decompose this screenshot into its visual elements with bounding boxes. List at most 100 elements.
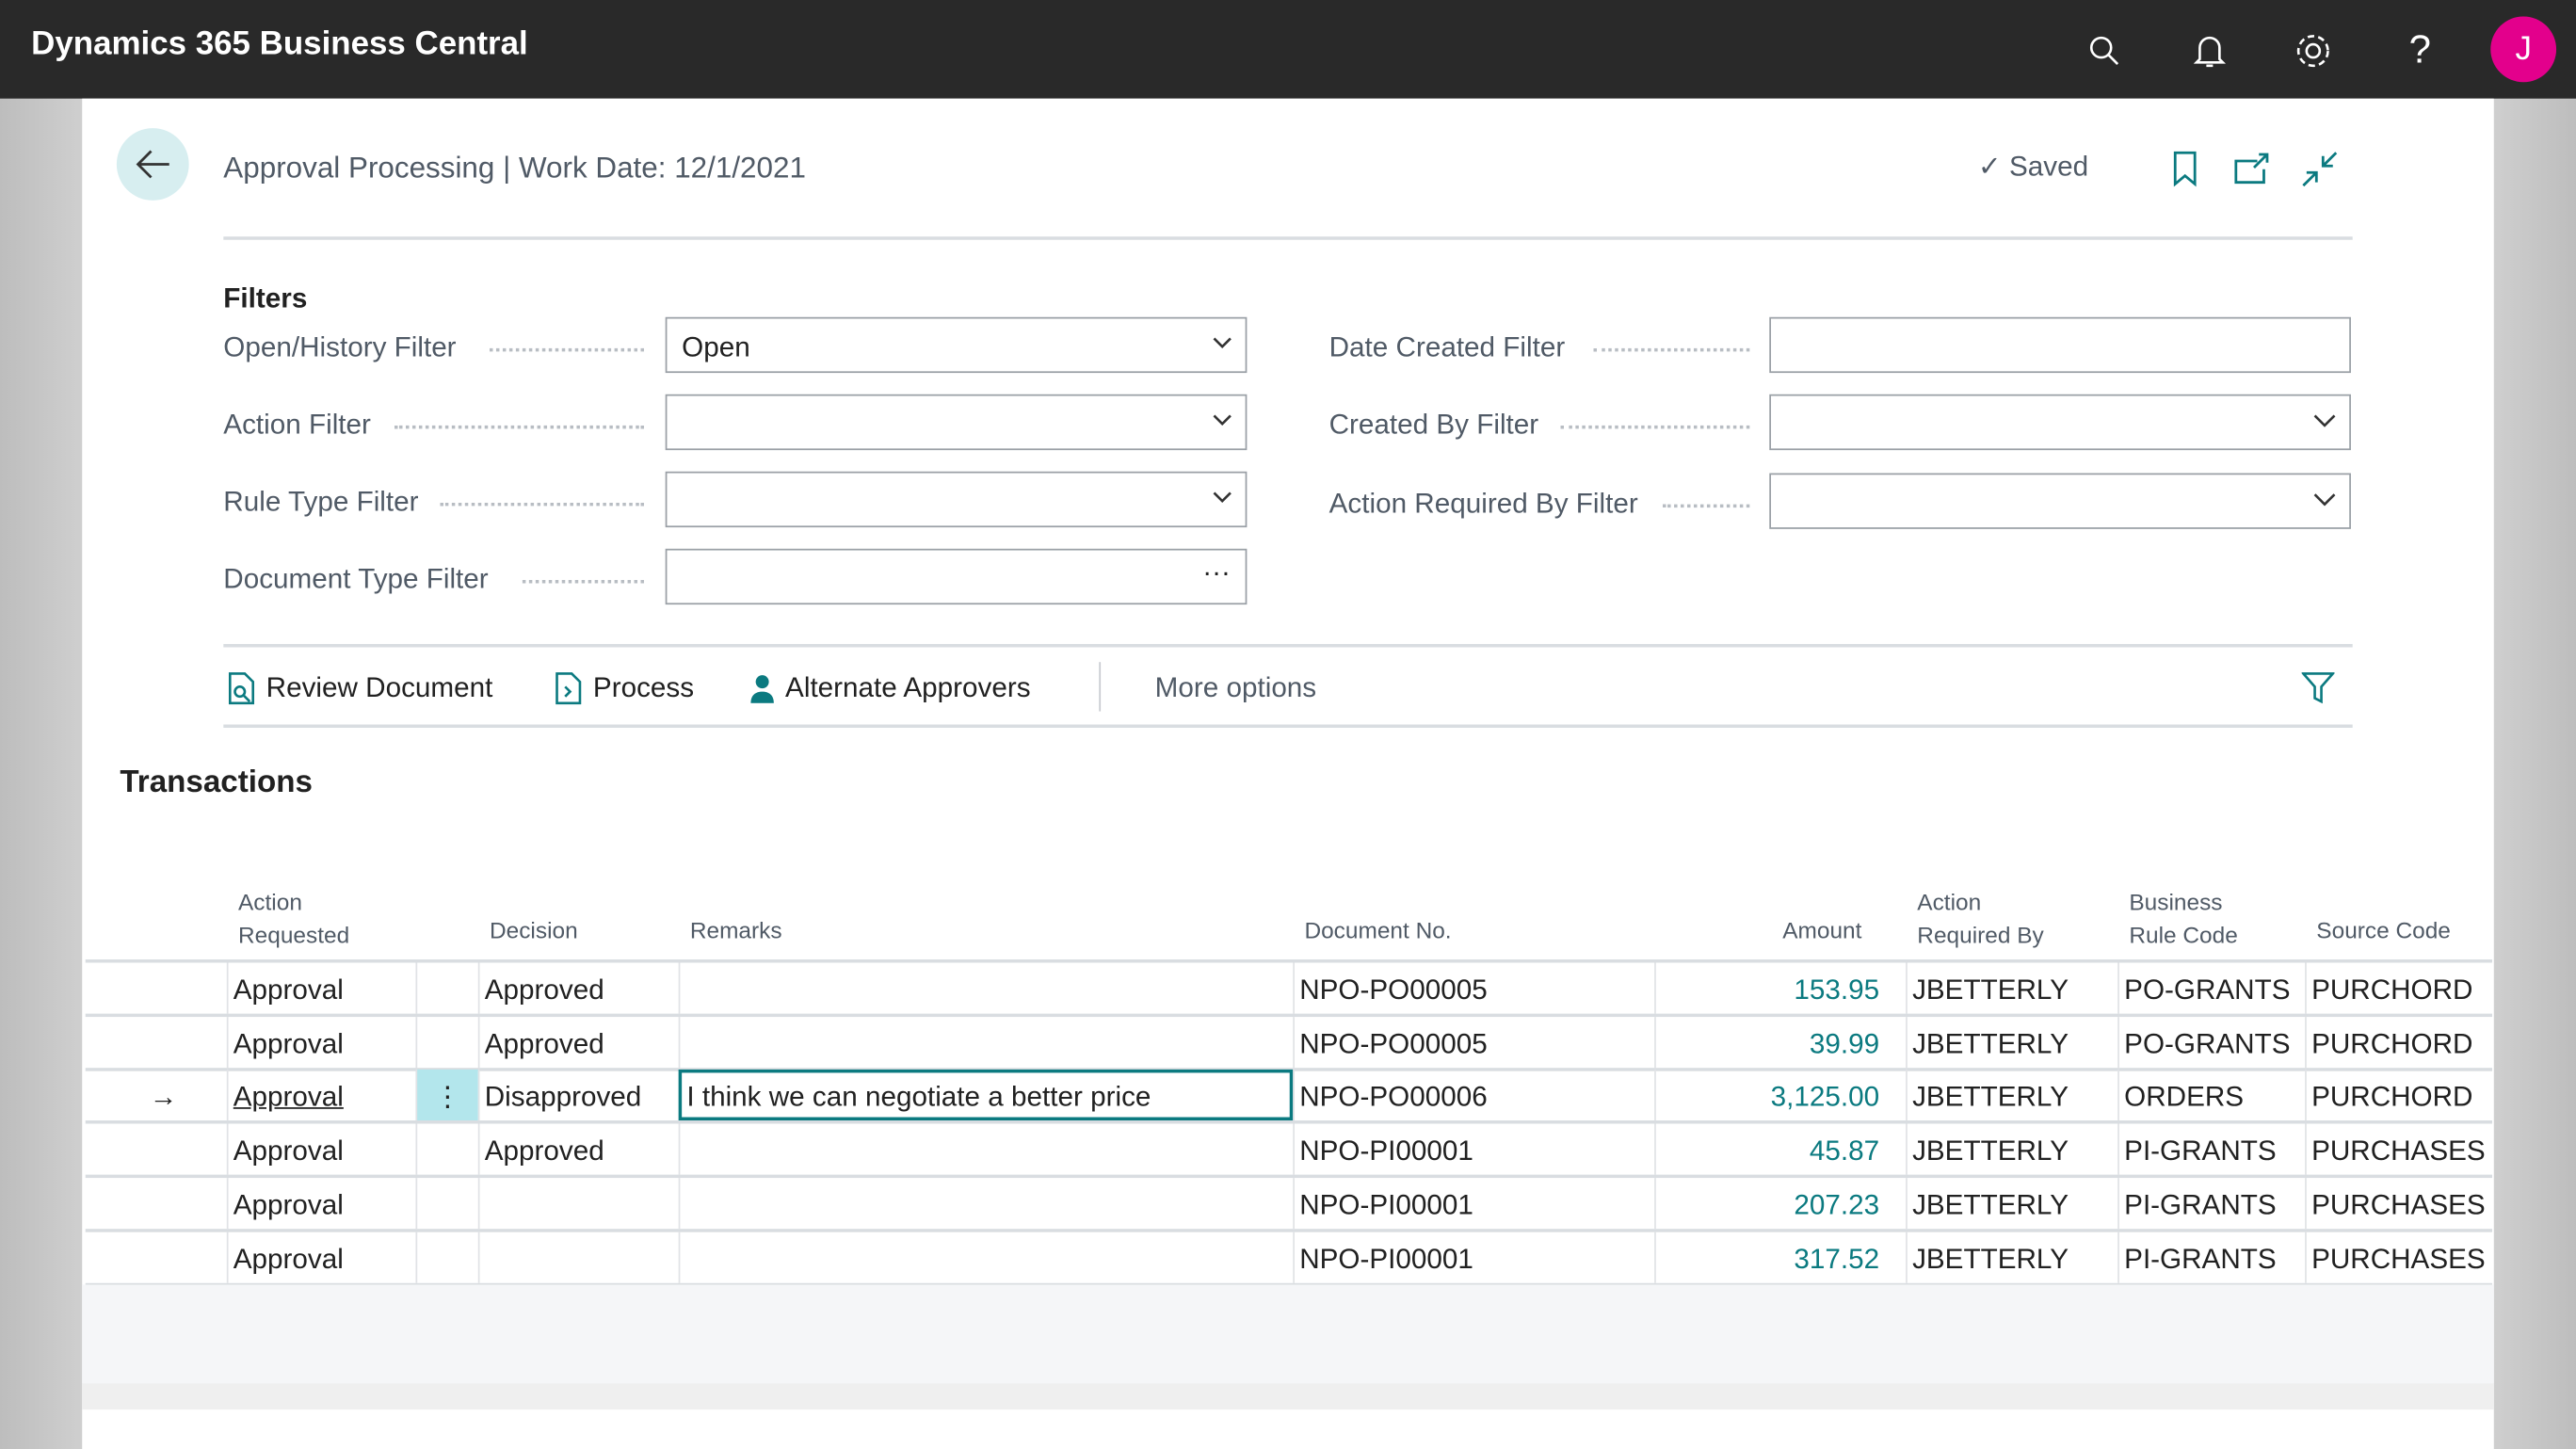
filter-icon[interactable] xyxy=(2300,672,2336,714)
table-row[interactable]: Approval NPO-PI00001 207.23 JBETTERLY PI-GRA… xyxy=(85,1177,2493,1232)
cell-doc[interactable]: NPO-PO00006 xyxy=(1293,1070,1654,1121)
check-icon: ✓ xyxy=(1977,151,2009,183)
cell-required-by[interactable]: JBETTERLY xyxy=(1906,1123,2117,1175)
cell-menu[interactable] xyxy=(415,1123,477,1175)
cell-amount[interactable]: 3,125.00 xyxy=(1654,1070,1906,1121)
open-new-window-icon[interactable] xyxy=(2234,153,2270,194)
cell-action[interactable]: Approval xyxy=(226,1016,416,1068)
document-type-filter-input[interactable]: ··· xyxy=(665,548,1248,605)
table-row[interactable]: Approval Approved NPO-PO00005 153.95 JBETTER… xyxy=(85,962,2493,1018)
cell-remarks[interactable] xyxy=(678,962,1294,1014)
cell-amount[interactable]: 207.23 xyxy=(1654,1177,1906,1229)
table-row[interactable]: Approval Approved NPO-PI00001 45.87 JBETTERL… xyxy=(85,1123,2493,1179)
table-row[interactable]: Approval Approved NPO-PO00005 39.99 JBETTERL… xyxy=(85,1016,2493,1071)
column-header-source-code[interactable]: Source Code xyxy=(2316,913,2451,946)
alternate-approvers-button[interactable]: Alternate Approvers xyxy=(749,672,1031,705)
cell-indicator[interactable] xyxy=(86,1178,227,1229)
cell-doc[interactable]: NPO-PO00005 xyxy=(1293,1016,1654,1068)
cell-rule[interactable]: PI-GRANTS xyxy=(2117,1177,2305,1229)
cell-source[interactable]: PURCHORD xyxy=(2305,1016,2492,1068)
app-title[interactable]: Dynamics 365 Business Central xyxy=(31,26,528,64)
cell-action[interactable]: Approval xyxy=(226,1123,416,1175)
cell-remarks[interactable]: I think we can negotiate a better price xyxy=(678,1070,1294,1121)
created-by-filter-select[interactable] xyxy=(1769,394,2351,451)
cell-required-by[interactable]: JBETTERLY xyxy=(1906,1070,2117,1121)
ellipsis-icon[interactable]: ··· xyxy=(1202,557,1231,590)
column-header-decision[interactable]: Decision xyxy=(490,913,578,946)
bell-icon[interactable] xyxy=(2188,29,2230,72)
cell-amount[interactable]: 153.95 xyxy=(1654,962,1906,1014)
cell-indicator[interactable] xyxy=(86,963,227,1014)
back-button[interactable] xyxy=(116,128,189,201)
cell-remarks[interactable] xyxy=(678,1123,1294,1175)
bookmark-icon[interactable] xyxy=(2172,151,2198,196)
table-row[interactable]: Approval NPO-PI00001 317.52 JBETTERLY PI-GRA… xyxy=(85,1231,2493,1286)
cell-decision[interactable]: Disapproved xyxy=(477,1070,679,1121)
table-row[interactable]: → Approval ⋮ Disapproved I think we can nego… xyxy=(85,1070,2493,1125)
column-header-amount[interactable]: Amount xyxy=(1782,913,1861,946)
cell-action[interactable]: Approval xyxy=(226,1231,416,1282)
date-created-filter-input[interactable] xyxy=(1769,316,2351,374)
gear-icon[interactable] xyxy=(2292,29,2334,72)
cell-doc[interactable]: NPO-PO00005 xyxy=(1293,962,1654,1014)
cell-doc[interactable]: NPO-PI00001 xyxy=(1293,1123,1654,1175)
column-header-action-requested[interactable]: Action Requested xyxy=(238,886,349,952)
more-options-button[interactable]: More options xyxy=(1155,672,1316,705)
cell-decision[interactable] xyxy=(477,1177,679,1229)
process-button[interactable]: Process xyxy=(554,672,694,705)
open-history-filter-select[interactable]: Open xyxy=(665,316,1248,374)
action-required-by-filter-select[interactable] xyxy=(1769,473,2351,529)
cell-decision[interactable]: Approved xyxy=(477,1123,679,1175)
cell-doc[interactable]: NPO-PI00001 xyxy=(1293,1177,1654,1229)
search-icon[interactable] xyxy=(2084,29,2126,72)
cell-rule[interactable]: PI-GRANTS xyxy=(2117,1231,2305,1282)
cell-decision[interactable] xyxy=(477,1231,679,1282)
cell-source[interactable]: PURCHASES xyxy=(2305,1177,2492,1229)
cell-decision[interactable]: Approved xyxy=(477,962,679,1014)
cell-remarks[interactable] xyxy=(678,1177,1294,1229)
cell-source[interactable]: PURCHORD xyxy=(2305,1070,2492,1121)
cell-indicator[interactable] xyxy=(86,1232,227,1282)
avatar[interactable]: J xyxy=(2490,16,2557,83)
column-header-document-no[interactable]: Document No. xyxy=(1304,913,1451,946)
review-document-icon xyxy=(228,672,255,705)
cell-amount[interactable]: 317.52 xyxy=(1654,1231,1906,1282)
review-document-button[interactable]: Review Document xyxy=(227,672,492,705)
cell-action[interactable]: Approval xyxy=(226,962,416,1014)
collapse-icon[interactable] xyxy=(2302,152,2338,196)
cell-rule[interactable]: ORDERS xyxy=(2117,1070,2305,1121)
cell-rule[interactable]: PO-GRANTS xyxy=(2117,1016,2305,1068)
cell-required-by[interactable]: JBETTERLY xyxy=(1906,1231,2117,1282)
cell-required-by[interactable]: JBETTERLY xyxy=(1906,1177,2117,1229)
cell-menu[interactable] xyxy=(415,1231,477,1282)
help-icon[interactable]: ? xyxy=(2399,28,2441,72)
column-header-business-rule-code[interactable]: Business Rule Code xyxy=(2129,886,2237,952)
cell-decision[interactable]: Approved xyxy=(477,1016,679,1068)
cell-menu[interactable] xyxy=(415,1016,477,1068)
cell-amount[interactable]: 45.87 xyxy=(1654,1123,1906,1175)
cell-action[interactable]: Approval xyxy=(226,1177,416,1229)
action-filter-select[interactable] xyxy=(665,394,1248,451)
row-indicator-arrow-icon[interactable]: → xyxy=(86,1071,227,1121)
date-created-filter-label: Date Created Filter xyxy=(1328,331,1566,363)
row-menu-icon[interactable]: ⋮ xyxy=(415,1070,478,1121)
cell-source[interactable]: PURCHASES xyxy=(2305,1123,2492,1175)
cell-doc[interactable]: NPO-PI00001 xyxy=(1293,1231,1654,1282)
cell-menu[interactable] xyxy=(415,962,477,1014)
cell-rule[interactable]: PO-GRANTS xyxy=(2117,962,2305,1014)
cell-required-by[interactable]: JBETTERLY xyxy=(1906,962,2117,1014)
cell-indicator[interactable] xyxy=(86,1017,227,1068)
column-header-action-required-by[interactable]: Action Required By xyxy=(1917,886,2043,952)
rule-type-filter-select[interactable] xyxy=(665,471,1248,528)
cell-remarks[interactable] xyxy=(678,1016,1294,1068)
cell-menu[interactable] xyxy=(415,1177,477,1229)
cell-amount[interactable]: 39.99 xyxy=(1654,1016,1906,1068)
cell-indicator[interactable] xyxy=(86,1124,227,1175)
cell-source[interactable]: PURCHASES xyxy=(2305,1231,2492,1282)
cell-required-by[interactable]: JBETTERLY xyxy=(1906,1016,2117,1068)
cell-action[interactable]: Approval xyxy=(226,1070,416,1121)
column-header-remarks[interactable]: Remarks xyxy=(690,913,782,946)
cell-remarks[interactable] xyxy=(678,1231,1294,1282)
cell-source[interactable]: PURCHORD xyxy=(2305,962,2492,1014)
cell-rule[interactable]: PI-GRANTS xyxy=(2117,1123,2305,1175)
